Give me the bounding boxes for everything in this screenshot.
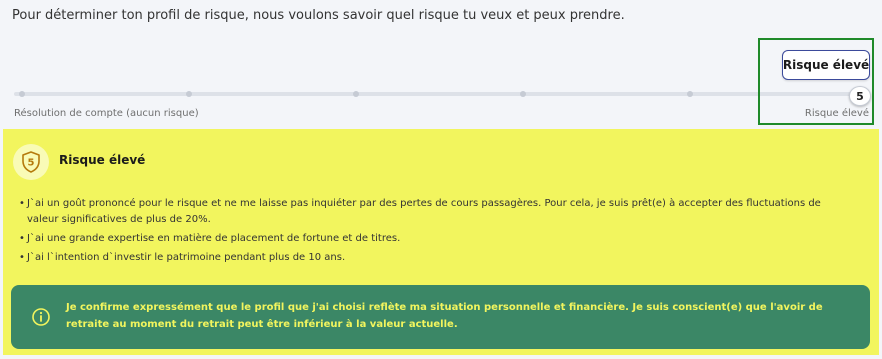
- risk-profile-panel: 5 Risque élevé J`ai un goût prononcé pou…: [3, 129, 879, 355]
- slider-thumb[interactable]: 5: [849, 86, 871, 106]
- slider-tick[interactable]: [19, 91, 25, 97]
- confirmation-box: Je confirme expressément que le profil q…: [11, 285, 870, 349]
- intro-text: Pour déterminer ton profil de risque, no…: [12, 8, 625, 23]
- slider-tick[interactable]: [353, 91, 359, 97]
- slider-tick[interactable]: [186, 91, 192, 97]
- profile-title: Risque élevé: [59, 153, 146, 167]
- confirmation-text: Je confirme expressément que le profil q…: [66, 302, 823, 330]
- list-item: J`ai un goût prononcé pour le risque et …: [19, 196, 854, 228]
- list-item: J`ai une grande expertise en matière de …: [19, 231, 854, 247]
- slider-tick[interactable]: [687, 91, 693, 97]
- slider-max-label: Risque élevé: [804, 108, 869, 119]
- slider-min-label: Résolution de compte (aucun risque): [14, 108, 199, 119]
- slider-track[interactable]: [14, 92, 869, 96]
- slider-tooltip: Risque élevé: [782, 50, 870, 80]
- risk-slider[interactable]: Risque élevé 5 Résolution de compte (auc…: [0, 38, 882, 130]
- slider-tick[interactable]: [520, 91, 526, 97]
- info-circle-icon: [31, 307, 51, 327]
- list-item: J`ai l`intention d`investir le patrimoin…: [19, 250, 854, 266]
- profile-bullets: J`ai un goût prononcé pour le risque et …: [19, 196, 854, 269]
- svg-text:5: 5: [28, 158, 35, 169]
- shield-number-icon: 5: [13, 144, 49, 180]
